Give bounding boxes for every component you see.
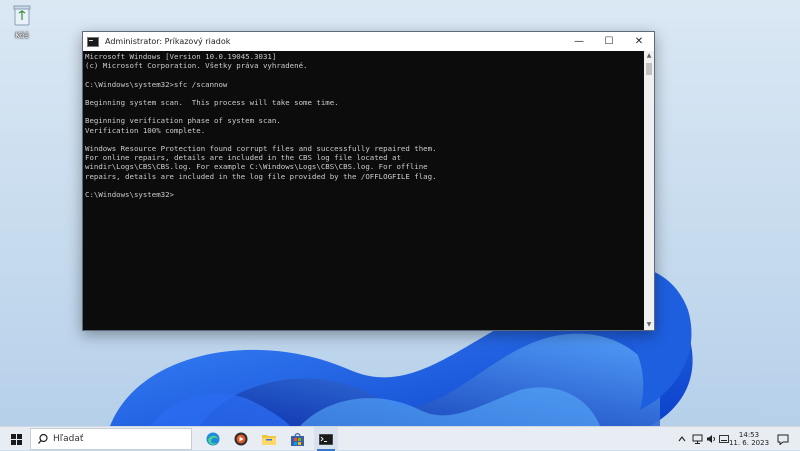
terminal-line: windir\Logs\CBS\CBS.log. For example C:\… xyxy=(85,162,428,172)
notification-center-button[interactable] xyxy=(772,427,794,451)
scroll-up-icon[interactable]: ▲ xyxy=(644,51,654,61)
network-icon xyxy=(692,434,702,444)
notification-icon xyxy=(777,434,789,445)
terminal-line: repairs, details are included in the log… xyxy=(85,171,437,181)
tray-volume[interactable] xyxy=(704,427,718,451)
search-placeholder: Hľadať xyxy=(53,434,84,444)
edge-icon xyxy=(206,432,220,446)
desktop-icon-label: Kôš xyxy=(15,31,29,40)
taskbar-app-media-player[interactable] xyxy=(230,427,252,451)
scroll-down-icon[interactable]: ▼ xyxy=(644,320,654,330)
terminal-line: Verification 100% complete. xyxy=(85,125,206,135)
tray-time: 14:53 xyxy=(738,431,760,439)
taskbar-app-command-prompt[interactable] xyxy=(314,427,338,451)
tray-clock[interactable]: 14:53 11. 6. 2023 xyxy=(728,427,770,451)
window-titlebar[interactable]: Administrator: Príkazový riadok — ☐ ✕ xyxy=(83,32,654,51)
command-prompt-icon xyxy=(87,36,99,47)
maximize-icon: ☐ xyxy=(604,36,614,47)
close-icon: ✕ xyxy=(634,36,644,47)
taskbar-app-file-explorer[interactable] xyxy=(258,427,280,451)
terminal-line: Microsoft Windows [Version 10.0.19045.30… xyxy=(85,52,277,61)
start-button[interactable] xyxy=(4,427,28,451)
minimize-button[interactable]: — xyxy=(564,32,594,51)
window-title: Administrator: Príkazový riadok xyxy=(105,37,231,46)
maximize-button[interactable]: ☐ xyxy=(594,32,624,51)
taskbar-app-edge[interactable] xyxy=(202,427,224,451)
recycle-bin-icon xyxy=(13,5,31,26)
minimize-icon: — xyxy=(574,36,584,47)
tray-date: 11. 6. 2023 xyxy=(728,439,770,447)
media-player-icon xyxy=(234,432,248,446)
terminal-line: C:\Windows\system32>sfc /scannow xyxy=(85,79,228,89)
terminal-line: For online repairs, details are included… xyxy=(85,153,401,163)
tray-overflow-button[interactable] xyxy=(676,427,688,451)
taskbar-search[interactable]: Hľadať xyxy=(30,428,192,450)
taskbar: Hľadať 14:53 11. 6. 2023 xyxy=(0,426,800,451)
command-prompt-window[interactable]: Administrator: Príkazový riadok — ☐ ✕ Mi… xyxy=(82,31,655,331)
command-prompt-icon xyxy=(319,433,333,445)
windows-logo-icon xyxy=(10,433,22,445)
terminal-line: (c) Microsoft Corporation. Všetky práva … xyxy=(85,61,308,71)
terminal-line: Beginning system scan. This process will… xyxy=(85,98,339,108)
desktop-icon-recycle-bin[interactable]: Kôš xyxy=(4,4,40,40)
terminal-line: Beginning verification phase of system s… xyxy=(85,116,281,126)
terminal-output[interactable]: Microsoft Windows [Version 10.0.19045.30… xyxy=(83,51,644,330)
tray-network[interactable] xyxy=(690,427,704,451)
volume-icon xyxy=(706,435,715,443)
file-explorer-icon xyxy=(262,435,276,445)
store-icon xyxy=(290,432,304,446)
taskbar-app-store[interactable] xyxy=(286,427,308,451)
close-button[interactable]: ✕ xyxy=(624,32,654,51)
chevron-up-icon xyxy=(678,436,686,442)
terminal-line: C:\Windows\system32> xyxy=(85,190,174,200)
search-icon xyxy=(38,433,48,444)
scrollbar-thumb[interactable] xyxy=(646,63,652,75)
terminal-line: Windows Resource Protection found corrup… xyxy=(85,144,437,154)
vertical-scrollbar[interactable]: ▲ ▼ xyxy=(644,51,654,330)
